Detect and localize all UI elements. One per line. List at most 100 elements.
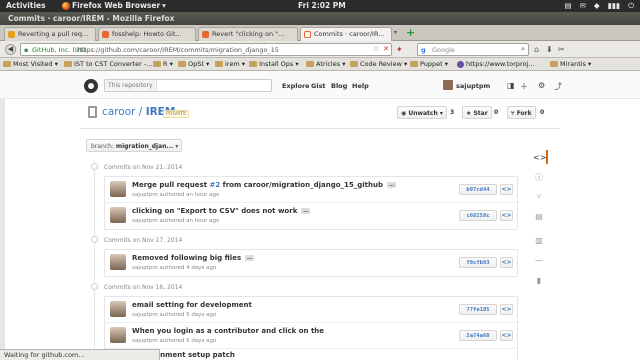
tab-list-chevron-icon[interactable]: ▾ xyxy=(394,29,397,36)
bookmark-puppet[interactable]: Puppet ▾ xyxy=(410,60,448,68)
stats-icon[interactable]: ▮ xyxy=(533,276,545,285)
commit-sha-button[interactable]: b97cd44 xyxy=(459,184,497,195)
commit-message-text[interactable]: When you login as a contributor and clic… xyxy=(132,327,324,335)
commit-sha-button[interactable]: f8cfb93 xyxy=(459,257,497,268)
nav-help[interactable]: Help xyxy=(352,82,369,90)
home-icon[interactable]: ⌂ xyxy=(534,45,539,54)
commit-sha-button[interactable]: 2a74a60 xyxy=(459,330,497,341)
repo-lock-icon xyxy=(88,106,97,118)
nav-blog[interactable]: Blog xyxy=(331,82,347,90)
commit-message-text[interactable]: clicking on "Export to CSV" does not wor… xyxy=(132,207,297,215)
search-icon[interactable]: ⌕ xyxy=(521,45,525,54)
bookmark-label: Most Visited ▾ xyxy=(13,60,58,68)
repo-search-input[interactable]: This repository xyxy=(104,79,272,92)
author-avatar[interactable] xyxy=(110,181,126,197)
wiki-icon[interactable]: ▤ xyxy=(533,212,545,221)
folder-icon xyxy=(306,61,314,67)
bookmark-most-visited[interactable]: Most Visited ▾ xyxy=(3,60,58,68)
commit-message-text[interactable]: from caroor/migration_django_15_github xyxy=(220,181,383,189)
browse-code-icon[interactable]: <> xyxy=(500,304,513,315)
commit-message[interactable]: When you login as a contributor and clic… xyxy=(132,327,324,335)
graphs-icon[interactable]: ⁓ xyxy=(533,256,545,265)
keyboard-icon[interactable]: ▤ xyxy=(565,1,572,11)
private-badge: PRIVATE xyxy=(163,110,190,118)
branch-select[interactable]: branch: migration_djan... ▾ xyxy=(86,139,182,152)
pull-request-link[interactable]: #2 xyxy=(209,181,220,189)
commit-message-text[interactable]: Merge pull request xyxy=(132,181,209,189)
commit-sha-button[interactable]: c68258c xyxy=(459,210,497,221)
tab-reverting-pull-request[interactable]: Reverting a pull req... xyxy=(4,27,96,41)
star-button[interactable]: ★ Star xyxy=(462,106,492,119)
star-count[interactable]: 0 xyxy=(494,106,498,119)
google-icon[interactable]: g xyxy=(421,46,426,54)
search-box[interactable]: g Google ⌕ xyxy=(417,43,529,56)
new-tab-plus-icon[interactable]: + xyxy=(406,27,418,39)
notifications-icon[interactable]: ◨ xyxy=(507,81,515,90)
bookmark-mirantis[interactable]: Mirantis ▾ xyxy=(550,60,591,68)
watch-count[interactable]: 3 xyxy=(450,106,454,119)
browse-code-icon[interactable]: <> xyxy=(500,257,513,268)
tab-revert-clicking[interactable]: Revert "clicking on "... xyxy=(198,27,298,41)
browse-code-icon[interactable]: <> xyxy=(500,210,513,221)
dropbox-icon[interactable]: ◆ xyxy=(594,1,600,11)
screenshot-icon[interactable]: ✂ xyxy=(558,45,565,54)
author-avatar[interactable] xyxy=(110,327,126,343)
commit-sha-button[interactable]: 77fe185 xyxy=(459,304,497,315)
expand-description-button[interactable]: … xyxy=(245,255,255,261)
tab-commits-active[interactable]: Commits · caroor/IR... xyxy=(300,27,392,41)
bookmark-code-review[interactable]: Code Review ▾ xyxy=(350,60,407,68)
stop-icon[interactable]: ✕ xyxy=(383,45,389,53)
github-logo-icon[interactable] xyxy=(84,79,98,93)
timeline-node-icon xyxy=(91,283,98,290)
fork-count[interactable]: 0 xyxy=(540,106,544,119)
code-icon[interactable]: <> xyxy=(533,153,546,162)
bookmark-ist-cst[interactable]: IST to CST Converter -... xyxy=(64,60,152,68)
expand-description-button[interactable]: … xyxy=(387,182,396,188)
issues-icon[interactable]: ⓘ xyxy=(533,172,545,183)
bookmark-atricles[interactable]: Atricles ▾ xyxy=(306,60,345,68)
url-bar[interactable]: ▪ GitHub, Inc. (US) https://github.com/c… xyxy=(20,43,392,56)
commit-message[interactable]: email setting for development xyxy=(132,301,252,309)
author-avatar[interactable] xyxy=(110,254,126,270)
user-avatar[interactable] xyxy=(443,80,453,90)
browse-code-icon[interactable]: <> xyxy=(500,330,513,341)
commit-message-text[interactable]: Removed following big files xyxy=(132,254,241,262)
bookmark-torproject[interactable]: https://www.torproj... xyxy=(457,60,535,68)
unwatch-button[interactable]: ◉ Unwatch ▾ xyxy=(397,106,447,119)
pulse-icon[interactable]: ▥ xyxy=(533,236,545,245)
mail-icon[interactable]: ✉ xyxy=(580,1,586,11)
bookmark-r[interactable]: R ▾ xyxy=(153,60,173,68)
browse-code-icon[interactable]: <> xyxy=(500,184,513,195)
username-link[interactable]: sajuptpm xyxy=(456,82,490,90)
author-avatar[interactable] xyxy=(110,207,126,223)
volume-icon[interactable]: ▮▮▮ xyxy=(608,1,620,11)
commit-message[interactable]: Removed following big files … xyxy=(132,254,255,262)
sign-out-icon[interactable]: ⤴ xyxy=(554,81,562,92)
clock[interactable]: Fri 2:02 PM xyxy=(298,1,346,10)
addon-icon[interactable]: ✦ xyxy=(396,45,403,54)
settings-gear-icon[interactable]: ⚙ xyxy=(538,81,545,90)
activities-button[interactable]: Activities xyxy=(6,1,46,10)
author-avatar[interactable] xyxy=(110,301,126,317)
commit-message[interactable]: Merge pull request #2 from caroor/migrat… xyxy=(132,181,396,189)
bookmark-label: OpSt ▾ xyxy=(188,60,210,68)
tab-fosshelp[interactable]: fosshelp: Howto Git... xyxy=(98,27,196,41)
download-icon[interactable]: ⬇ xyxy=(546,45,553,54)
repo-owner-link[interactable]: caroor xyxy=(102,106,135,118)
nav-explore[interactable]: Explore xyxy=(282,82,310,90)
url-text[interactable]: https://github.com/caroor/IREM/commits/m… xyxy=(77,46,279,54)
bookmark-irem[interactable]: irem ▾ xyxy=(215,60,245,68)
create-new-icon[interactable]: ＋ xyxy=(520,81,528,92)
bookmark-star-icon[interactable]: ☆ xyxy=(373,45,379,53)
fork-button[interactable]: ⑂ Fork xyxy=(507,106,536,119)
expand-description-button[interactable]: … xyxy=(301,208,311,214)
bookmark-opst[interactable]: OpSt ▾ xyxy=(178,60,209,68)
pull-requests-icon[interactable]: ⑂ xyxy=(533,192,545,201)
commit-message[interactable]: clicking on "Export to CSV" does not wor… xyxy=(132,207,311,215)
back-arrow-icon[interactable]: ◀ xyxy=(5,44,16,55)
app-menu[interactable]: Firefox Web Browser ▾ xyxy=(62,1,166,10)
power-icon[interactable]: ⏻ xyxy=(628,1,634,11)
tab-favicon xyxy=(102,31,109,38)
bookmark-install-ops[interactable]: Install Ops ▾ xyxy=(249,60,299,68)
nav-gist[interactable]: Gist xyxy=(311,82,326,90)
